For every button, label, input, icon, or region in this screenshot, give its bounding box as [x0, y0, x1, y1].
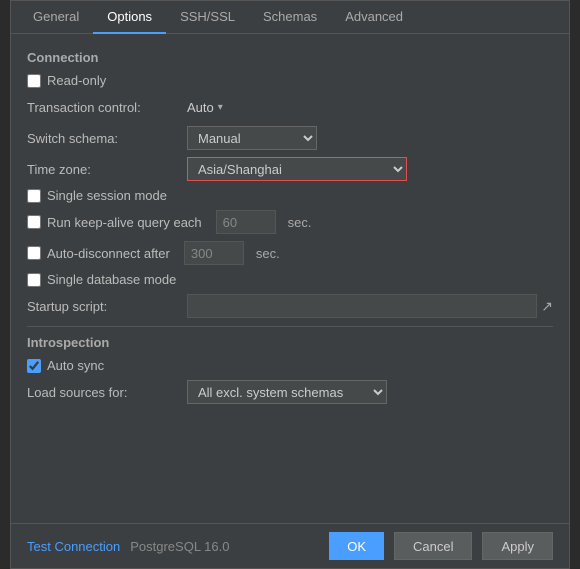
startup-script-row: Startup script: ↗	[27, 294, 553, 318]
switch-schema-row: Switch schema: Manual	[27, 126, 553, 150]
keep-alive-label: Run keep-alive query each	[47, 215, 202, 230]
tabs-bar: General Options SSH/SSL Schemas Advanced	[11, 1, 569, 34]
keep-alive-row: Run keep-alive query each 60 sec.	[27, 210, 553, 234]
expand-icon[interactable]: ↗	[541, 298, 553, 315]
time-zone-select[interactable]: Asia/Shanghai	[187, 157, 407, 181]
readonly-checkbox[interactable]	[27, 74, 41, 88]
section-divider	[27, 326, 553, 327]
tab-schemas[interactable]: Schemas	[249, 1, 331, 34]
transaction-control-dropdown[interactable]: Auto ▾	[187, 100, 223, 115]
connection-section-header: Connection	[27, 50, 553, 65]
dialog: General Options SSH/SSL Schemas Advanced…	[10, 0, 570, 569]
startup-script-label: Startup script:	[27, 299, 187, 314]
time-zone-label: Time zone:	[27, 162, 187, 177]
transaction-control-row: Transaction control: Auto ▾	[27, 95, 553, 119]
auto-disconnect-input[interactable]: 300	[184, 241, 244, 265]
switch-schema-select[interactable]: Manual	[187, 126, 317, 150]
bottom-bar: Test Connection PostgreSQL 16.0 OK Cance…	[11, 523, 569, 568]
time-zone-row: Time zone: Asia/Shanghai	[27, 157, 553, 181]
switch-schema-label: Switch schema:	[27, 131, 187, 146]
pg-version-label: PostgreSQL 16.0	[130, 539, 229, 554]
options-content: Connection Read-only Transaction control…	[11, 34, 569, 523]
auto-sync-label: Auto sync	[47, 358, 104, 373]
single-session-label: Single session mode	[47, 188, 167, 203]
single-db-label: Single database mode	[47, 272, 176, 287]
auto-disconnect-unit: sec.	[256, 246, 280, 261]
auto-sync-row: Auto sync	[27, 358, 553, 373]
keep-alive-unit: sec.	[288, 215, 312, 230]
cancel-button[interactable]: Cancel	[394, 532, 472, 560]
chevron-down-icon: ▾	[218, 102, 223, 113]
keep-alive-checkbox[interactable]	[27, 215, 41, 229]
single-session-checkbox[interactable]	[27, 189, 41, 203]
startup-script-input[interactable]	[187, 294, 537, 318]
single-session-row: Single session mode	[27, 188, 553, 203]
tab-ssh-ssl[interactable]: SSH/SSL	[166, 1, 249, 34]
keep-alive-input[interactable]: 60	[216, 210, 276, 234]
auto-disconnect-checkbox[interactable]	[27, 246, 41, 260]
transaction-control-label: Transaction control:	[27, 100, 187, 115]
load-sources-select[interactable]: All excl. system schemas	[187, 380, 387, 404]
transaction-control-value: Auto	[187, 100, 214, 115]
tab-general[interactable]: General	[19, 1, 93, 34]
auto-disconnect-row: Auto-disconnect after 300 sec.	[27, 241, 553, 265]
auto-disconnect-label: Auto-disconnect after	[47, 246, 170, 261]
apply-button[interactable]: Apply	[482, 532, 553, 560]
ok-button[interactable]: OK	[329, 532, 384, 560]
load-sources-row: Load sources for: All excl. system schem…	[27, 380, 553, 404]
auto-sync-checkbox[interactable]	[27, 359, 41, 373]
load-sources-label: Load sources for:	[27, 385, 187, 400]
tab-options[interactable]: Options	[93, 1, 166, 34]
introspection-section-header: Introspection	[27, 335, 553, 350]
tab-advanced[interactable]: Advanced	[331, 1, 417, 34]
test-connection-link[interactable]: Test Connection	[27, 539, 120, 554]
readonly-label: Read-only	[47, 73, 106, 88]
readonly-row: Read-only	[27, 73, 553, 88]
single-db-row: Single database mode	[27, 272, 553, 287]
single-db-checkbox[interactable]	[27, 273, 41, 287]
